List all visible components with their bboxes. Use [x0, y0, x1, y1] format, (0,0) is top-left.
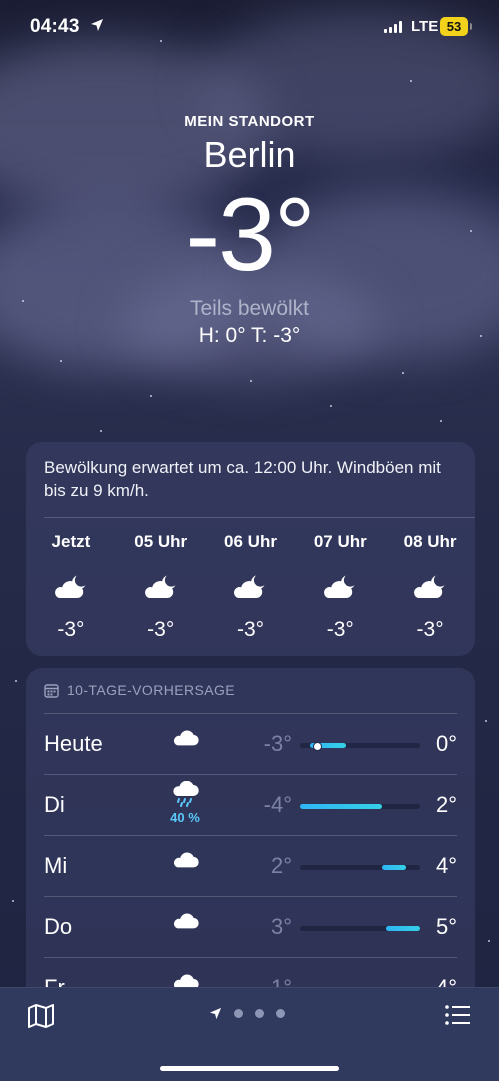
hour-label: 06 Uhr	[224, 532, 277, 551]
daily-forecast-title: 10-TAGE-VORHERSAGE	[67, 682, 235, 698]
partly-cloudy-night-icon	[385, 566, 475, 608]
temperature-range-bar	[300, 804, 420, 809]
hour-temperature: -3°	[57, 618, 85, 641]
status-time: 04:43	[30, 16, 80, 37]
daily-row[interactable]: Di 40 % -4° 2°	[44, 774, 457, 835]
location-arrow-icon	[209, 1007, 222, 1020]
hour-item: 06 Uhr -3°	[206, 532, 296, 642]
hour-item: 08 Uhr -3°	[385, 532, 475, 642]
hour-temperature: -3°	[147, 618, 175, 641]
hour-label: 08 Uhr	[403, 532, 457, 551]
high-temperature: 5°	[435, 914, 457, 939]
temperature-range-fill	[381, 865, 406, 870]
map-icon[interactable]	[27, 1003, 55, 1029]
hour-item: 07 Uhr -3°	[295, 532, 385, 642]
temperature-range-bar	[300, 742, 420, 751]
hour-label: 07 Uhr	[313, 532, 367, 551]
cloud-icon	[164, 850, 206, 874]
high-temperature: 0°	[435, 731, 457, 756]
current-temperature-marker	[312, 742, 322, 751]
current-temperature: -3°	[185, 177, 315, 293]
network-type: LTE	[411, 18, 439, 35]
battery-indicator: 53	[440, 17, 472, 36]
partly-cloudy-night-icon	[116, 566, 206, 608]
day-name: Do	[44, 914, 73, 939]
temperature-range-bar	[300, 865, 420, 870]
temperature-range-bar	[300, 926, 420, 931]
day-name: Heute	[44, 731, 103, 756]
page-dot[interactable]	[255, 1009, 264, 1018]
page-dot[interactable]	[234, 1009, 243, 1018]
cloud-icon	[164, 911, 206, 935]
day-name: Mi	[44, 853, 68, 878]
hour-temperature: -3°	[416, 618, 444, 641]
list-icon[interactable]	[444, 1003, 472, 1027]
temperature-range-fill	[386, 926, 420, 931]
status-bar: 04:43 LTE 53	[0, 0, 499, 56]
daily-row[interactable]: Heute -3° 0°	[44, 713, 457, 774]
precipitation-chance: 40 %	[170, 810, 200, 825]
hour-temperature: -3°	[236, 618, 265, 641]
low-temperature: -4°	[263, 792, 292, 817]
divider	[44, 517, 475, 518]
hour-label: Jetzt	[51, 532, 91, 551]
city-name: Berlin	[203, 134, 296, 175]
location-label: MEIN STANDORT	[184, 113, 315, 130]
hour-item: Jetzt -3°	[26, 532, 116, 642]
temperature-range-fill	[300, 804, 382, 809]
forecast-summary: Bewölkung erwartet um ca. 12:00 Uhr. Win…	[44, 458, 441, 500]
partly-cloudy-night-icon	[206, 566, 296, 608]
high-low-temperature: H: 0° T: -3°	[198, 324, 301, 347]
low-temperature: -3°	[263, 731, 292, 756]
hourly-forecast-card[interactable]: Bewölkung erwartet um ca. 12:00 Uhr. Win…	[26, 442, 475, 656]
hour-label: 05 Uhr	[134, 532, 188, 551]
home-indicator[interactable]	[160, 1066, 339, 1071]
daily-row[interactable]: Do 3° 5°	[44, 896, 457, 957]
location-arrow-icon	[91, 19, 103, 31]
low-temperature: 3°	[270, 914, 292, 939]
hour-temperature: -3°	[326, 618, 354, 641]
hour-item: 05 Uhr -3°	[116, 532, 206, 642]
high-temperature: 2°	[435, 792, 457, 817]
page-dot[interactable]	[276, 1009, 285, 1018]
low-temperature: 2°	[270, 853, 292, 878]
partly-cloudy-night-icon	[295, 566, 385, 608]
bottom-toolbar	[0, 987, 499, 1081]
hourly-list[interactable]: Jetzt -3° 05 Uhr -3° 06 Uhr -3° 07 Uhr -…	[26, 532, 475, 642]
signal-strength-icon	[384, 21, 402, 33]
daily-row[interactable]: Mi 2° 4°	[44, 835, 457, 896]
page-indicator[interactable]	[209, 1007, 285, 1020]
calendar-icon	[44, 683, 59, 698]
cloud-icon	[164, 728, 206, 752]
daily-forecast-card[interactable]: 10-TAGE-VORHERSAGE Heute -3° 0° Di 40 % -4° 2°…	[26, 668, 475, 1008]
day-name: Di	[44, 792, 65, 817]
partly-cloudy-night-icon	[26, 566, 116, 608]
weather-condition: Teils bewölkt	[189, 297, 310, 320]
high-temperature: 4°	[435, 853, 457, 878]
daily-forecast-header: 10-TAGE-VORHERSAGE	[44, 682, 235, 698]
cloud-rain-icon: 40 %	[164, 780, 206, 825]
